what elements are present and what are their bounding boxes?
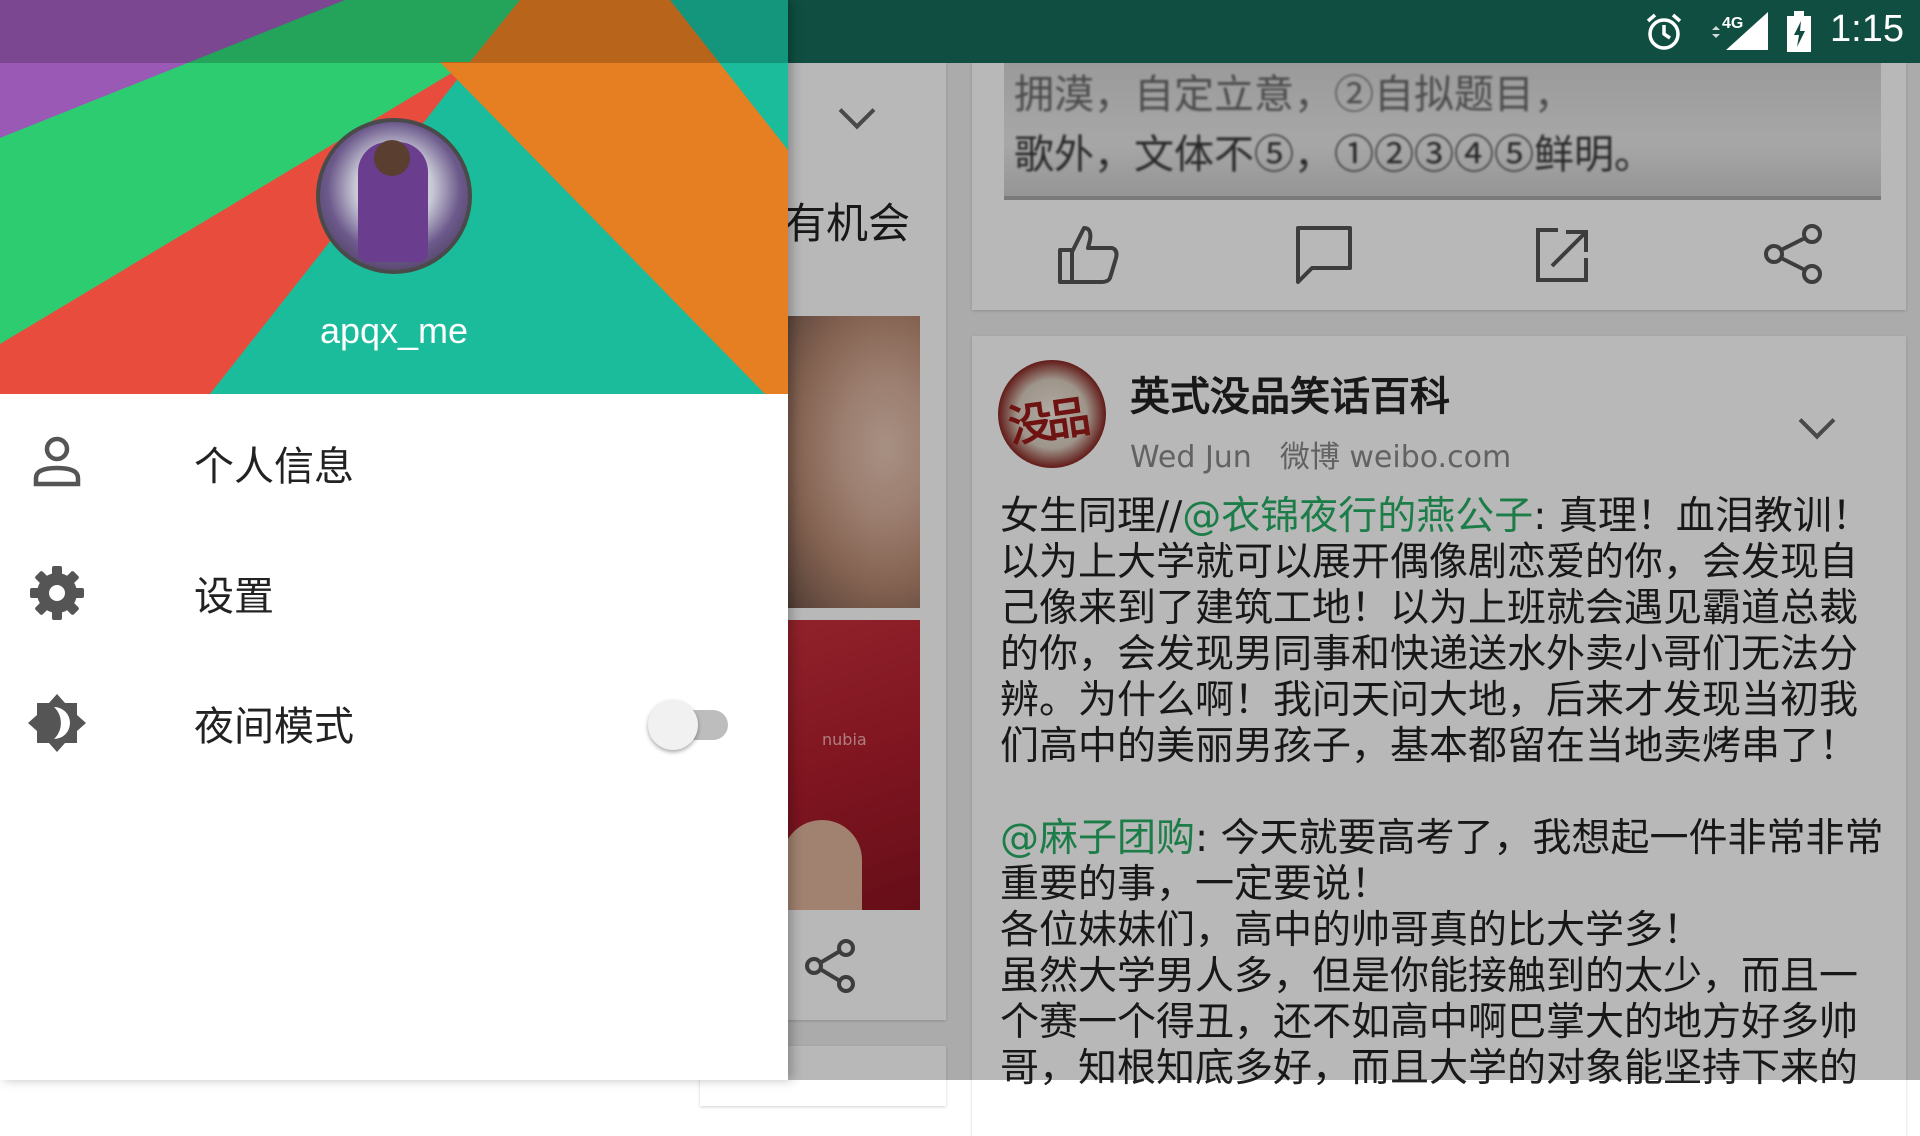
menu-item-profile[interactable]: 个人信息 — [0, 396, 788, 526]
person-icon — [33, 436, 81, 487]
night-mode-toggle[interactable] — [648, 700, 732, 750]
menu-item-label: 夜间模式 — [194, 704, 354, 750]
avatar[interactable] — [316, 118, 472, 274]
avatar-head — [374, 140, 410, 176]
menu-item-label: 个人信息 — [194, 444, 354, 490]
alarm-icon — [1646, 13, 1682, 50]
drawer-header: apqx_me — [0, 0, 788, 394]
network-type-label: 4G — [1722, 15, 1743, 32]
menu-item-settings[interactable]: 设置 — [0, 526, 788, 656]
battery-icon — [1787, 11, 1811, 52]
navigation-drawer: apqx_me 个人信息 设置 夜间模式 — [0, 0, 788, 1080]
clock: 1:15 — [1830, 8, 1904, 50]
gear-icon — [30, 566, 84, 620]
username: apqx_me — [319, 310, 469, 351]
toggle-thumb — [648, 700, 698, 750]
menu-item-night-mode[interactable]: 夜间模式 — [0, 656, 788, 786]
brightness-icon — [28, 694, 86, 752]
signal-icon: 4G — [1712, 12, 1768, 50]
menu-item-label: 设置 — [194, 574, 274, 620]
